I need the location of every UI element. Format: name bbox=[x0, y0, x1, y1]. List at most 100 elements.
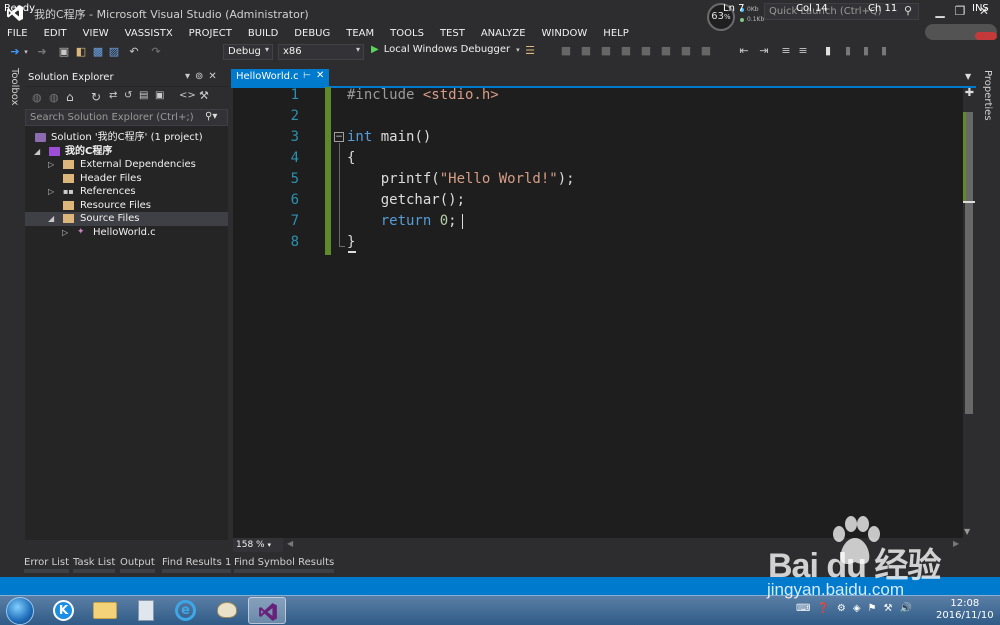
search-icon[interactable]: ⚲▾ bbox=[205, 111, 217, 122]
tree-item-references[interactable]: ▷ ▪▪ References bbox=[25, 185, 228, 199]
menu-debug[interactable]: DEBUG bbox=[294, 28, 330, 39]
menu-edit[interactable]: EDIT bbox=[44, 28, 67, 39]
menu-help[interactable]: HELP bbox=[603, 28, 628, 39]
tree-item-helloworld-c[interactable]: ▷ ✦ HelloWorld.c bbox=[25, 226, 228, 240]
restore-button[interactable]: ❐ bbox=[950, 2, 970, 20]
taskbar-kugou-icon[interactable]: K bbox=[45, 597, 83, 624]
search-icon[interactable]: ⚲ bbox=[904, 4, 912, 17]
chevron-down-icon[interactable]: ▾ bbox=[516, 46, 520, 54]
tab-list-dropdown-icon[interactable]: ▼ bbox=[965, 72, 971, 81]
tree-item-header-files[interactable]: Header Files bbox=[25, 172, 228, 186]
menu-view[interactable]: VIEW bbox=[83, 28, 109, 39]
properties-wrench-icon[interactable]: ⚒ bbox=[199, 89, 209, 102]
format-icon[interactable]: ■ bbox=[680, 45, 692, 57]
view-code-icon[interactable]: <> bbox=[179, 90, 196, 101]
taskbar-clock[interactable]: 12:08 2016/11/10 bbox=[936, 598, 994, 622]
redo-icon[interactable]: ↷ bbox=[150, 46, 162, 58]
scroll-down-icon[interactable]: ▼ bbox=[964, 527, 970, 536]
menu-project[interactable]: PROJECT bbox=[189, 28, 232, 39]
tab-find-symbol-results[interactable]: Find Symbol Results bbox=[234, 557, 335, 573]
zoom-level-select[interactable]: 158 % ▾ bbox=[233, 538, 283, 552]
indent-icon[interactable]: ⇥ bbox=[758, 45, 770, 57]
save-all-icon[interactable]: ▨ bbox=[108, 46, 120, 58]
taskbar-visual-studio-icon[interactable] bbox=[248, 597, 286, 624]
sync-icon[interactable]: ↻ bbox=[91, 90, 101, 104]
pin-tab-icon[interactable]: ⊢ bbox=[303, 71, 311, 81]
back-icon[interactable]: ◍ bbox=[32, 91, 42, 104]
menu-window[interactable]: WINDOW bbox=[542, 28, 588, 39]
next-bookmark-icon[interactable]: ▮ bbox=[860, 45, 872, 57]
taskbar-paint-icon[interactable] bbox=[208, 597, 246, 624]
collapse-region-icon[interactable]: − bbox=[334, 132, 344, 142]
code-editor[interactable] bbox=[233, 88, 963, 538]
save-icon[interactable]: ▩ bbox=[92, 46, 104, 58]
home-icon[interactable]: ⌂ bbox=[66, 90, 74, 104]
pending-changes-icon[interactable]: ⇄ bbox=[109, 90, 117, 101]
show-all-files-icon[interactable]: ▣ bbox=[155, 90, 164, 101]
tree-item-external-dependencies[interactable]: ▷ External Dependencies bbox=[25, 158, 228, 172]
tab-find-results-1[interactable]: Find Results 1 bbox=[162, 557, 232, 573]
solution-explorer-search-input[interactable]: Search Solution Explorer (Ctrl+;) bbox=[25, 109, 228, 126]
start-button-icon[interactable] bbox=[6, 597, 34, 625]
menu-vassistx[interactable]: VASSISTX bbox=[125, 28, 173, 39]
undo-icon[interactable]: ↶ bbox=[128, 46, 140, 58]
comment-out-icon[interactable]: ≡ bbox=[780, 45, 792, 57]
tab-error-list[interactable]: Error List bbox=[24, 557, 70, 573]
menu-test[interactable]: TEST bbox=[440, 28, 465, 39]
expanded-arrow-icon[interactable]: ◢ bbox=[48, 212, 54, 226]
tree-item-project[interactable]: ◢ 我的C程序 bbox=[25, 145, 228, 159]
clear-bookmarks-icon[interactable]: ▮ bbox=[878, 45, 890, 57]
comment-icon[interactable]: ■ bbox=[700, 45, 712, 57]
breakpoint-icon[interactable]: ■ bbox=[620, 45, 632, 57]
panel-menu-icon[interactable]: ▾ bbox=[185, 71, 195, 82]
step-into-icon[interactable]: ■ bbox=[560, 45, 572, 57]
step-out-icon[interactable]: ■ bbox=[600, 45, 612, 57]
tree-item-source-files[interactable]: ◢ Source Files bbox=[25, 212, 228, 226]
dropdown-arrow-icon[interactable]: ▾ bbox=[20, 46, 32, 58]
bookmark-icon[interactable]: ▮ bbox=[822, 45, 834, 57]
menu-build[interactable]: BUILD bbox=[248, 28, 278, 39]
collapsed-arrow-icon[interactable]: ▷ bbox=[62, 226, 68, 240]
forward-icon[interactable]: ➜ bbox=[36, 46, 48, 58]
tab-output[interactable]: Output bbox=[120, 557, 155, 573]
prev-bookmark-icon[interactable]: ▮ bbox=[842, 45, 854, 57]
bookmark-prev-icon[interactable]: ■ bbox=[640, 45, 652, 57]
minimize-button[interactable]: ▁ bbox=[930, 2, 950, 20]
tree-item-resource-files[interactable]: Resource Files bbox=[25, 199, 228, 213]
expanded-arrow-icon[interactable]: ◢ bbox=[34, 145, 40, 159]
taskbar-calculator-icon[interactable] bbox=[127, 597, 165, 624]
scroll-left-icon[interactable]: ◀ bbox=[287, 539, 293, 548]
start-debugging-button[interactable]: ▶ Local Windows Debugger ▾ bbox=[371, 44, 520, 60]
menu-team[interactable]: TEAM bbox=[346, 28, 374, 39]
menu-tools[interactable]: TOOLS bbox=[390, 28, 424, 39]
tree-item-solution[interactable]: Solution '我的C程序' (1 project) bbox=[25, 131, 228, 145]
close-tab-icon[interactable]: ✕ bbox=[316, 70, 324, 81]
open-file-icon[interactable]: ◧ bbox=[75, 46, 87, 58]
toolbox-side-tab[interactable]: Toolbox bbox=[7, 66, 21, 126]
tab-task-list[interactable]: Task List bbox=[73, 557, 116, 573]
new-project-icon[interactable]: ▣ bbox=[58, 46, 70, 58]
menu-analyze[interactable]: ANALYZE bbox=[481, 28, 526, 39]
menu-file[interactable]: FILE bbox=[7, 28, 28, 39]
collapsed-arrow-icon[interactable]: ▷ bbox=[48, 158, 54, 172]
scrollbar-thumb[interactable] bbox=[965, 112, 973, 414]
forward-icon[interactable]: ◍ bbox=[49, 91, 59, 104]
outdent-icon[interactable]: ⇤ bbox=[738, 45, 750, 57]
collapsed-arrow-icon[interactable]: ▷ bbox=[48, 185, 54, 199]
system-tray-icons[interactable]: ⌨❓⚙◈⚑⚒🔊 bbox=[796, 603, 919, 614]
close-icon[interactable]: ✕ bbox=[208, 71, 221, 82]
split-window-icon[interactable]: ✚ bbox=[964, 87, 975, 99]
tab-helloworld-c[interactable]: HelloWorld.c ⊢ ✕ bbox=[231, 69, 329, 86]
solution-platform-select[interactable]: x86 ▾ bbox=[278, 44, 364, 60]
pin-icon[interactable]: ⊚ bbox=[195, 71, 208, 82]
bookmark-next-icon[interactable]: ■ bbox=[660, 45, 672, 57]
collapse-all-icon[interactable]: ▤ bbox=[139, 90, 148, 101]
properties-side-tab[interactable]: Properties bbox=[980, 70, 994, 130]
taskbar-explorer-icon[interactable] bbox=[86, 597, 124, 624]
taskbar-ie-icon[interactable]: e bbox=[167, 597, 205, 624]
uncomment-icon[interactable]: ≡ bbox=[797, 45, 809, 57]
solution-configuration-select[interactable]: Debug ▾ bbox=[223, 44, 273, 60]
find-in-files-icon[interactable]: ☰ bbox=[524, 45, 536, 57]
step-over-icon[interactable]: ■ bbox=[580, 45, 592, 57]
refresh-icon[interactable]: ↺ bbox=[124, 90, 132, 101]
